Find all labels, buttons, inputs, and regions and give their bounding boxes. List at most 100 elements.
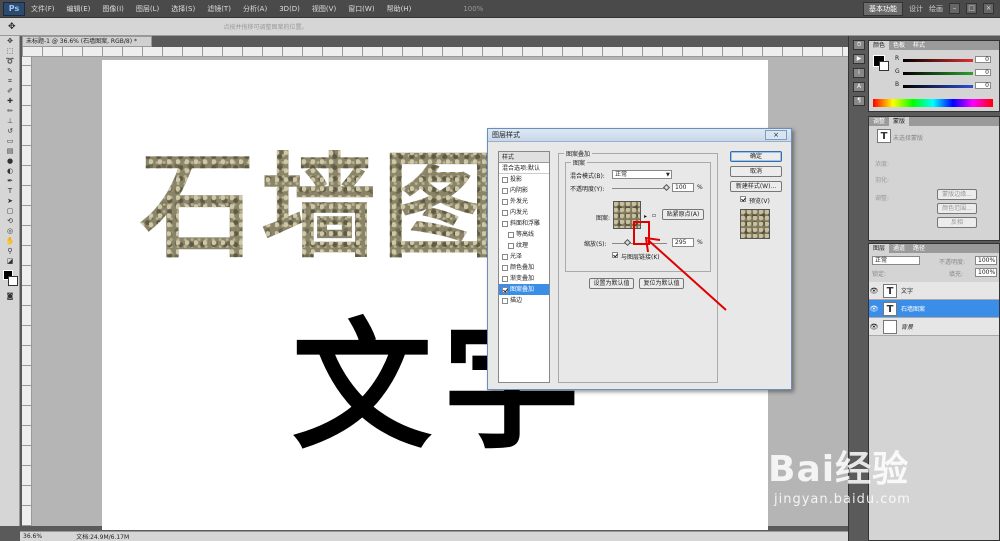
slider-b[interactable] xyxy=(903,85,973,88)
hand-tool-icon[interactable]: ✋ xyxy=(3,237,17,246)
move-tool-icon[interactable]: ✥ xyxy=(3,37,17,46)
style-checkbox[interactable] xyxy=(502,253,508,260)
menu-file[interactable]: 文件(F) xyxy=(25,4,61,14)
eraser-tool-icon[interactable]: ▭ xyxy=(3,137,17,146)
style-item-7[interactable]: 光泽 xyxy=(499,251,549,262)
channel-b-value[interactable]: 0 xyxy=(975,82,991,89)
zoom-level[interactable]: 100% xyxy=(457,5,489,13)
background-color-swatch[interactable] xyxy=(8,276,18,286)
zoom-tool-icon[interactable]: ⚲ xyxy=(3,247,17,256)
status-zoom[interactable]: 36.6% xyxy=(23,533,42,540)
style-item-5[interactable]: 等高线 xyxy=(499,229,549,240)
styles-header[interactable]: 样式 xyxy=(499,152,549,163)
new-preset-icon[interactable]: ▫ xyxy=(652,212,656,219)
tab-layers[interactable]: 图层 xyxy=(869,244,890,253)
history-icon[interactable]: ⏱ xyxy=(853,40,865,50)
menu-analysis[interactable]: 分析(A) xyxy=(237,4,273,14)
style-item-10[interactable]: 图案叠加 xyxy=(499,284,549,295)
minimize-button[interactable]: – xyxy=(949,3,960,14)
tab-masks[interactable]: 蒙版 xyxy=(889,117,910,126)
style-item-11[interactable]: 描边 xyxy=(499,295,549,306)
style-item-1[interactable]: 内阴影 xyxy=(499,185,549,196)
workspace-design[interactable]: 设计 xyxy=(909,4,923,14)
tab-styles[interactable]: 样式 xyxy=(909,41,929,50)
color-spectrum[interactable] xyxy=(873,99,993,107)
style-checkbox[interactable] xyxy=(502,297,508,304)
channel-g-value[interactable]: 0 xyxy=(975,69,991,76)
layer-opacity-input[interactable]: 100% xyxy=(975,256,997,265)
info-icon[interactable]: i xyxy=(853,68,865,78)
style-item-3[interactable]: 内发光 xyxy=(499,207,549,218)
style-item-8[interactable]: 颜色叠加 xyxy=(499,262,549,273)
pattern-menu-icon[interactable]: ▸ xyxy=(644,213,647,220)
pen-tool-icon[interactable]: ✒ xyxy=(3,177,17,186)
style-checkbox[interactable] xyxy=(502,176,508,183)
style-checkbox[interactable] xyxy=(502,264,508,271)
link-checkbox[interactable] xyxy=(612,252,618,258)
style-checkbox[interactable] xyxy=(502,209,508,216)
brush-tool-icon[interactable]: ✏ xyxy=(3,107,17,116)
gradient-tool-icon[interactable]: ▤ xyxy=(3,147,17,156)
style-checkbox[interactable] xyxy=(508,231,514,238)
invert-button[interactable]: 反相 xyxy=(937,217,977,228)
3d-orbit-tool-icon[interactable]: ◎ xyxy=(3,227,17,236)
healing-tool-icon[interactable]: ✚ xyxy=(3,97,17,106)
new-style-button[interactable]: 新建样式(W)... xyxy=(730,181,782,192)
opacity-slider-knob[interactable] xyxy=(662,183,671,192)
lasso-tool-icon[interactable]: ➰ xyxy=(3,57,17,66)
move-tool-icon[interactable]: ✥ xyxy=(8,22,16,32)
document-tab[interactable]: 未标题-1 @ 36.6% (石墙图案, RGB/8) * xyxy=(22,36,152,47)
menu-window[interactable]: 窗口(W) xyxy=(342,4,380,14)
visibility-eye-icon[interactable]: 👁 xyxy=(869,305,879,313)
tab-swatches[interactable]: 色板 xyxy=(889,41,909,50)
style-item-0[interactable]: 投影 xyxy=(499,174,549,185)
actions-icon[interactable]: ▶ xyxy=(853,54,865,64)
shape-tool-icon[interactable]: ▢ xyxy=(3,207,17,216)
channel-r-value[interactable]: 0 xyxy=(975,56,991,63)
style-checkbox[interactable] xyxy=(502,220,508,227)
visibility-eye-icon[interactable]: 👁 xyxy=(869,287,879,295)
bg-color-chip[interactable] xyxy=(879,61,889,71)
stamp-tool-icon[interactable]: ⊥ xyxy=(3,117,17,126)
color-range-button[interactable]: 颜色范围... xyxy=(937,203,977,214)
marquee-tool-icon[interactable]: ⬚ xyxy=(3,47,17,56)
tab-color[interactable]: 颜色 xyxy=(869,41,890,50)
style-checkbox[interactable] xyxy=(502,187,508,194)
blend-mode-select[interactable]: 正常 xyxy=(612,170,672,179)
snap-origin-button[interactable]: 贴紧原点(A) xyxy=(662,209,704,220)
crop-tool-icon[interactable]: ⌗ xyxy=(3,77,17,86)
workspace-essentials-button[interactable]: 基本功能 xyxy=(863,1,903,16)
cancel-button[interactable]: 取消 xyxy=(730,166,782,177)
menu-3d[interactable]: 3D(D) xyxy=(273,5,306,13)
ok-button[interactable]: 确定 xyxy=(730,151,782,162)
set-default-button[interactable]: 设置为默认值 xyxy=(589,278,634,289)
opacity-slider[interactable] xyxy=(612,188,667,189)
quick-mask-icon[interactable]: ◙ xyxy=(3,292,17,301)
layer-blend-select[interactable]: 正常 xyxy=(872,256,920,265)
layer-row[interactable]: 👁 背景 xyxy=(869,318,999,336)
blend-options-item[interactable]: 混合选项:默认 xyxy=(499,163,549,174)
style-item-9[interactable]: 渐变叠加 xyxy=(499,273,549,284)
path-select-tool-icon[interactable]: ➤ xyxy=(3,197,17,206)
style-checkbox[interactable] xyxy=(502,275,508,282)
style-checkbox[interactable] xyxy=(502,286,508,293)
quick-select-tool-icon[interactable]: ✎ xyxy=(3,67,17,76)
slider-g[interactable] xyxy=(903,72,973,75)
workspace-painting[interactable]: 绘画 xyxy=(929,4,943,14)
menu-filter[interactable]: 滤镜(T) xyxy=(201,4,237,14)
style-checkbox[interactable] xyxy=(508,242,514,249)
character-icon[interactable]: A xyxy=(853,82,865,92)
menu-layer[interactable]: 图层(L) xyxy=(130,4,165,14)
layer-row[interactable]: 👁 T 石墙图案 xyxy=(869,300,999,318)
maximize-button[interactable]: □ xyxy=(966,3,977,14)
tab-adjustments[interactable]: 调整 xyxy=(869,117,889,126)
tab-paths[interactable]: 路径 xyxy=(909,244,929,253)
tab-channels[interactable]: 通道 xyxy=(889,244,909,253)
style-item-2[interactable]: 外发光 xyxy=(499,196,549,207)
default-colors-icon[interactable]: ◪ xyxy=(3,257,17,266)
preview-checkbox[interactable] xyxy=(740,196,746,202)
paragraph-icon[interactable]: ¶ xyxy=(853,96,865,106)
style-item-4[interactable]: 斜面和浮雕 xyxy=(499,218,549,229)
type-tool-icon[interactable]: T xyxy=(3,187,17,196)
layer-row[interactable]: 👁 T 文字 xyxy=(869,282,999,300)
